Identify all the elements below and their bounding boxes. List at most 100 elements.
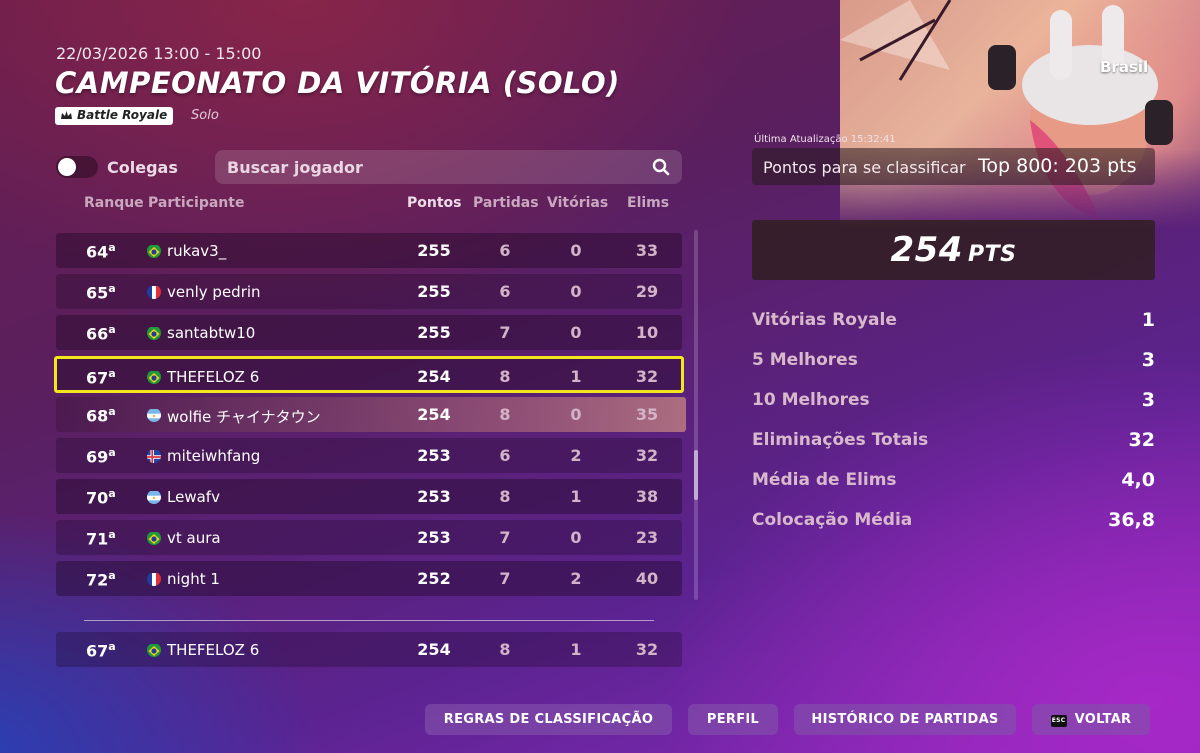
stat-label: Eliminações Totais bbox=[752, 430, 929, 450]
row-wins: 2 bbox=[570, 569, 582, 588]
stat-value: 4,0 bbox=[1121, 469, 1155, 491]
stat-value: 36,8 bbox=[1108, 509, 1155, 531]
search-input[interactable]: Buscar jogador bbox=[215, 150, 682, 184]
row-matches: 7 bbox=[499, 528, 511, 547]
row-points: 254 bbox=[417, 367, 451, 386]
flag-iceland-icon bbox=[147, 449, 161, 463]
leaderboard-scrollbar[interactable] bbox=[694, 230, 698, 600]
row-player-name: miteiwhfang bbox=[167, 447, 261, 465]
leaderboard-row[interactable]: 68a wolfie チャイナタウン 254 8 0 35 bbox=[56, 397, 686, 432]
row-wins: 0 bbox=[570, 241, 582, 260]
row-elims: 10 bbox=[635, 323, 659, 342]
flag-brazil-icon bbox=[147, 370, 161, 384]
row-rank: 71a bbox=[86, 528, 116, 549]
row-elims: 23 bbox=[635, 528, 659, 547]
row-wins: 0 bbox=[570, 282, 582, 301]
flag-brazil-icon bbox=[147, 326, 161, 340]
stat-value: 32 bbox=[1128, 429, 1155, 451]
mode-badge-label: Battle Royale bbox=[77, 108, 168, 122]
column-matches[interactable]: Partidas bbox=[473, 195, 539, 211]
row-points: 252 bbox=[417, 569, 451, 588]
stat-label: Colocação Média bbox=[752, 510, 913, 530]
row-elims: 35 bbox=[635, 405, 659, 424]
crown-icon bbox=[61, 111, 72, 119]
leaderboard-row[interactable]: 65a venly pedrin 255 6 0 29 bbox=[56, 274, 682, 309]
row-player-name: vt aura bbox=[167, 529, 221, 547]
divider bbox=[84, 620, 654, 621]
leaderboard-row[interactable]: 66a santabtw10 255 7 0 10 bbox=[56, 315, 682, 350]
row-elims: 29 bbox=[635, 282, 659, 301]
total-score-value: 254 bbox=[890, 230, 963, 270]
qualification-value: Top 800: 203 pts bbox=[978, 155, 1137, 177]
mode-badge: Battle Royale bbox=[55, 107, 174, 125]
hero-art-shapes bbox=[840, 0, 1173, 220]
row-rank: 72a bbox=[86, 569, 116, 590]
row-elims: 32 bbox=[635, 640, 659, 659]
flag-brazil-icon bbox=[147, 643, 161, 657]
leaderboard-row[interactable]: 67a THEFELOZ 6 254 8 1 32 bbox=[54, 356, 684, 393]
row-points: 253 bbox=[417, 446, 451, 465]
stat-label: Média de Elims bbox=[752, 470, 897, 490]
row-player-name: night 1 bbox=[167, 570, 220, 588]
row-points: 254 bbox=[417, 640, 451, 659]
row-player-name: THEFELOZ 6 bbox=[167, 641, 260, 659]
leaderboard-row[interactable]: 69a miteiwhfang 253 6 2 32 bbox=[56, 438, 682, 473]
row-matches: 7 bbox=[499, 323, 511, 342]
leaderboard-row[interactable]: 64a rukav3_ 255 6 0 33 bbox=[56, 233, 682, 268]
row-points: 255 bbox=[417, 241, 451, 260]
row-points: 255 bbox=[417, 282, 451, 301]
back-button[interactable]: ESC VOLTAR bbox=[1032, 704, 1150, 735]
profile-button[interactable]: PERFIL bbox=[688, 704, 778, 735]
row-matches: 7 bbox=[499, 569, 511, 588]
row-points: 253 bbox=[417, 528, 451, 547]
row-elims: 32 bbox=[635, 367, 659, 386]
row-matches: 6 bbox=[499, 241, 511, 260]
hero-character-art bbox=[840, 0, 1200, 230]
esc-key-icon: ESC bbox=[1050, 715, 1067, 727]
leaderboard-row[interactable]: 72a night 1 252 7 2 40 bbox=[56, 561, 682, 596]
leaderboard-row[interactable]: 71a vt aura 253 7 0 23 bbox=[56, 520, 682, 555]
stat-value: 3 bbox=[1141, 349, 1155, 371]
friends-toggle[interactable] bbox=[56, 156, 98, 178]
qualification-box: Pontos para se classificar Top 800: 203 … bbox=[752, 148, 1155, 185]
row-matches: 8 bbox=[499, 487, 511, 506]
row-rank: 67a bbox=[86, 367, 116, 388]
row-elims: 38 bbox=[635, 487, 659, 506]
flag-argentina-icon bbox=[147, 490, 161, 504]
stat-value: 1 bbox=[1141, 309, 1155, 331]
row-wins: 0 bbox=[570, 528, 582, 547]
flag-france-icon bbox=[147, 285, 161, 299]
match-history-button[interactable]: HISTÓRICO DE PARTIDAS bbox=[794, 704, 1016, 735]
flag-brazil-icon bbox=[147, 531, 161, 545]
row-rank: 65a bbox=[86, 282, 116, 303]
flag-brazil-icon bbox=[147, 244, 161, 258]
self-leaderboard-row[interactable]: 67a THEFELOZ 6 254 8 1 32 bbox=[56, 632, 682, 667]
row-rank: 66a bbox=[86, 323, 116, 344]
row-points: 255 bbox=[417, 323, 451, 342]
leaderboard-row[interactable]: 70a Lewafv 253 8 1 38 bbox=[56, 479, 682, 514]
rules-button[interactable]: REGRAS DE CLASSIFICAÇÃO bbox=[425, 704, 672, 735]
qualification-label: Pontos para se classificar bbox=[763, 158, 966, 177]
column-points[interactable]: Pontos bbox=[407, 195, 462, 211]
row-player-name: santabtw10 bbox=[167, 324, 256, 342]
stat-label: Vitórias Royale bbox=[752, 310, 897, 330]
last-update-time: Última Atualização 15:32:41 bbox=[754, 134, 896, 145]
row-player-name: venly pedrin bbox=[167, 283, 261, 301]
row-matches: 8 bbox=[499, 640, 511, 659]
stat-value: 3 bbox=[1141, 389, 1155, 411]
row-player-name: wolfie チャイナタウン bbox=[167, 408, 321, 426]
column-participant: Participante bbox=[148, 195, 245, 211]
row-wins: 1 bbox=[570, 640, 582, 659]
search-placeholder: Buscar jogador bbox=[227, 158, 363, 177]
row-matches: 8 bbox=[499, 405, 511, 424]
column-rank: Ranque bbox=[84, 195, 144, 211]
flag-france-icon bbox=[147, 572, 161, 586]
back-button-label: VOLTAR bbox=[1074, 712, 1132, 727]
row-matches: 6 bbox=[499, 282, 511, 301]
column-elims[interactable]: Elims bbox=[627, 195, 669, 211]
column-wins[interactable]: Vitórias bbox=[547, 195, 608, 211]
search-icon[interactable] bbox=[652, 158, 670, 176]
scrollbar-thumb[interactable] bbox=[694, 450, 698, 500]
friends-toggle-label: Colegas bbox=[107, 158, 178, 177]
event-date: 22/03/2026 13:00 - 15:00 bbox=[56, 44, 262, 63]
